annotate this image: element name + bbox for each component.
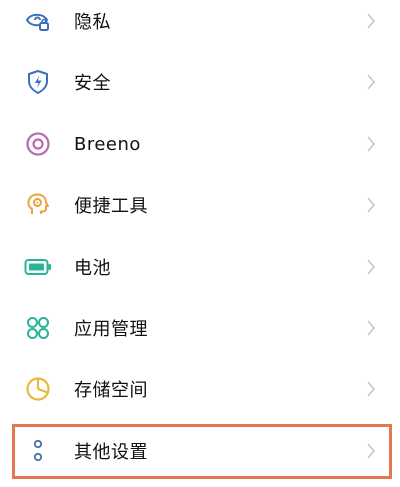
settings-item-label: Breeno (74, 133, 141, 155)
settings-item-battery[interactable]: 电池 (0, 236, 400, 298)
settings-list: 隐私 安全 Breeno 便捷工具 电池 应用管理 存储空间 其他设置 (0, 0, 400, 487)
settings-item-tools[interactable]: 便捷工具 (0, 174, 400, 236)
tools-head-icon (24, 191, 52, 219)
chevron-right-icon (367, 74, 376, 90)
settings-item-app-management[interactable]: 应用管理 (0, 297, 400, 359)
settings-item-label: 存储空间 (74, 380, 148, 401)
settings-item-security[interactable]: 安全 (0, 51, 400, 113)
settings-item-label: 其他设置 (74, 442, 148, 463)
storage-pie-icon (24, 375, 52, 403)
settings-item-label: 应用管理 (74, 319, 148, 340)
settings-item-label: 便捷工具 (74, 196, 148, 217)
chevron-right-icon (367, 136, 376, 152)
settings-item-privacy[interactable]: 隐私 (0, 0, 400, 52)
chevron-right-icon (367, 443, 376, 459)
settings-item-breeno[interactable]: Breeno (0, 113, 400, 175)
chevron-right-icon (367, 197, 376, 213)
battery-icon (24, 253, 52, 281)
chevron-right-icon (367, 320, 376, 336)
security-shield-icon (24, 68, 52, 96)
settings-item-label: 隐私 (74, 12, 111, 33)
chevron-right-icon (367, 259, 376, 275)
settings-item-storage[interactable]: 存储空间 (0, 358, 400, 420)
settings-item-other[interactable]: 其他设置 (0, 420, 400, 482)
other-dots-icon (24, 437, 52, 465)
chevron-right-icon (367, 13, 376, 29)
breeno-ring-icon (24, 130, 52, 158)
privacy-eye-lock-icon (24, 7, 52, 35)
app-grid-icon (24, 314, 52, 342)
settings-item-label: 电池 (74, 258, 111, 279)
chevron-right-icon (367, 381, 376, 397)
settings-item-label: 安全 (74, 73, 111, 94)
